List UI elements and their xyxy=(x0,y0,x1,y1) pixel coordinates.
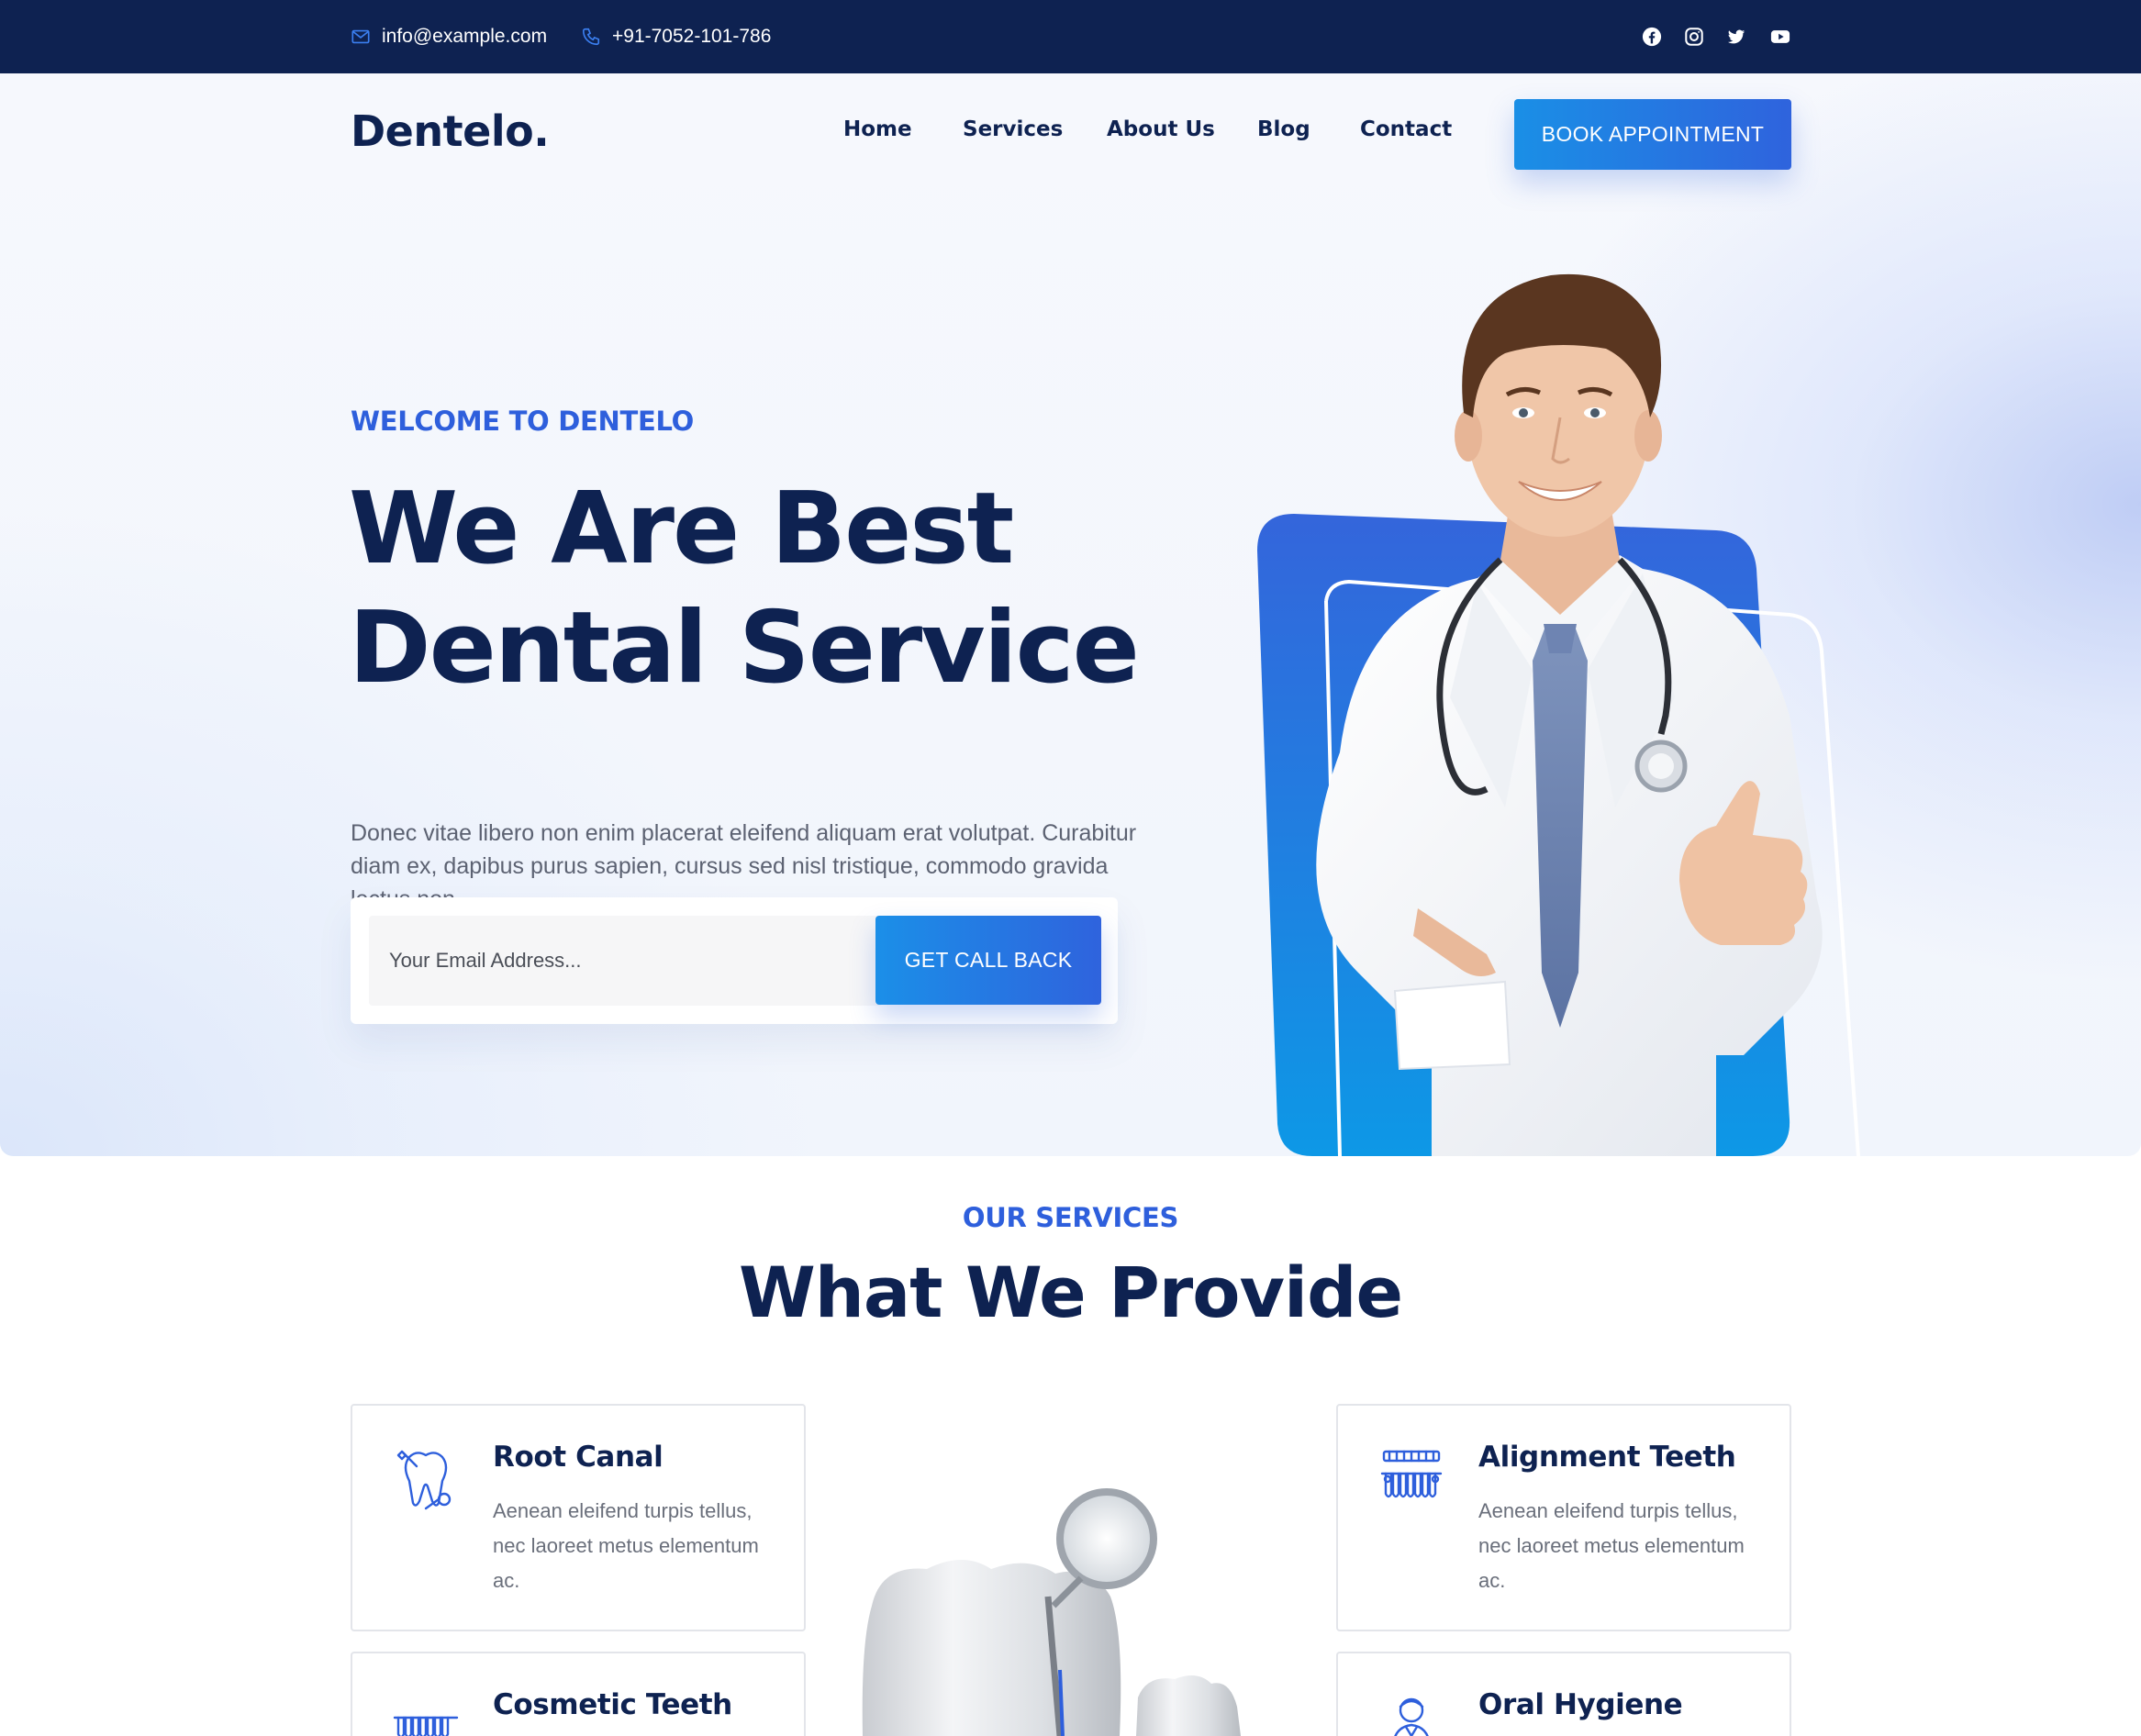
service-title: Alignment Teeth xyxy=(1478,1441,1736,1474)
email-input[interactable] xyxy=(369,916,883,1006)
get-call-back-button[interactable]: GET CALL BACK xyxy=(875,916,1101,1005)
hero-section: Dentelo. Home Services About Us Blog Con… xyxy=(0,73,2141,1156)
callback-form: GET CALL BACK xyxy=(351,897,1118,1024)
service-title: Root Canal xyxy=(493,1441,663,1474)
hero-title: We Are Best Dental Service xyxy=(349,470,1175,708)
hero-title-line2: Dental Service xyxy=(349,591,1140,706)
youtube-icon[interactable] xyxy=(1768,27,1792,47)
nav-about-us[interactable]: About Us xyxy=(1107,117,1215,141)
nav-contact[interactable]: Contact xyxy=(1360,117,1452,141)
service-card-cosmetic-teeth[interactable]: Cosmetic Teeth xyxy=(351,1652,806,1736)
doctor-image xyxy=(1257,273,1860,1156)
twitter-icon[interactable] xyxy=(1726,27,1746,47)
email-text[interactable]: info@example.com xyxy=(382,26,547,48)
service-description: Aenean eleifend turpis tellus, nec laore… xyxy=(493,1499,759,1592)
main-nav: Home Services About Us Blog Contact xyxy=(0,117,2141,163)
hero-eyebrow: WELCOME TO DENTELO xyxy=(351,406,694,437)
top-bar: info@example.com +91-7052-101-786 xyxy=(0,0,2141,73)
phone-contact[interactable]: +91-7052-101-786 xyxy=(581,0,771,73)
social-links xyxy=(1642,0,1792,73)
nav-services[interactable]: Services xyxy=(963,117,1063,141)
service-card-alignment-teeth[interactable]: Alignment Teeth Aenean eleifend turpis t… xyxy=(1336,1404,1791,1631)
hero-title-line1: We Are Best xyxy=(349,472,1014,586)
oral-hygiene-icon xyxy=(1394,1697,1429,1736)
book-appointment-button[interactable]: BOOK APPOINTMENT xyxy=(1514,99,1791,170)
service-title: Oral Hygiene xyxy=(1478,1688,1683,1721)
service-description: Aenean eleifend turpis tellus, nec laore… xyxy=(1478,1499,1745,1592)
facebook-icon[interactable] xyxy=(1642,27,1662,47)
phone-icon xyxy=(582,28,600,46)
nav-blog[interactable]: Blog xyxy=(1257,117,1310,141)
alignment-teeth-icon xyxy=(1380,1450,1443,1498)
services-eyebrow: OUR SERVICES xyxy=(962,1202,1179,1233)
service-title: Cosmetic Teeth xyxy=(493,1688,732,1721)
services-title: What We Provide xyxy=(738,1252,1403,1333)
mail-icon xyxy=(351,29,370,44)
service-card-root-canal[interactable]: Root Canal Aenean eleifend turpis tellus… xyxy=(351,1404,806,1631)
nav-home[interactable]: Home xyxy=(843,117,912,141)
email-contact[interactable]: info@example.com xyxy=(351,0,547,73)
service-card-oral-hygiene[interactable]: Oral Hygiene xyxy=(1336,1652,1791,1736)
root-canal-icon xyxy=(396,1450,452,1510)
phone-text[interactable]: +91-7052-101-786 xyxy=(612,26,771,48)
tooth-mirror-image xyxy=(862,1488,1241,1736)
cosmetic-teeth-icon xyxy=(393,1716,459,1736)
instagram-icon[interactable] xyxy=(1684,27,1704,47)
